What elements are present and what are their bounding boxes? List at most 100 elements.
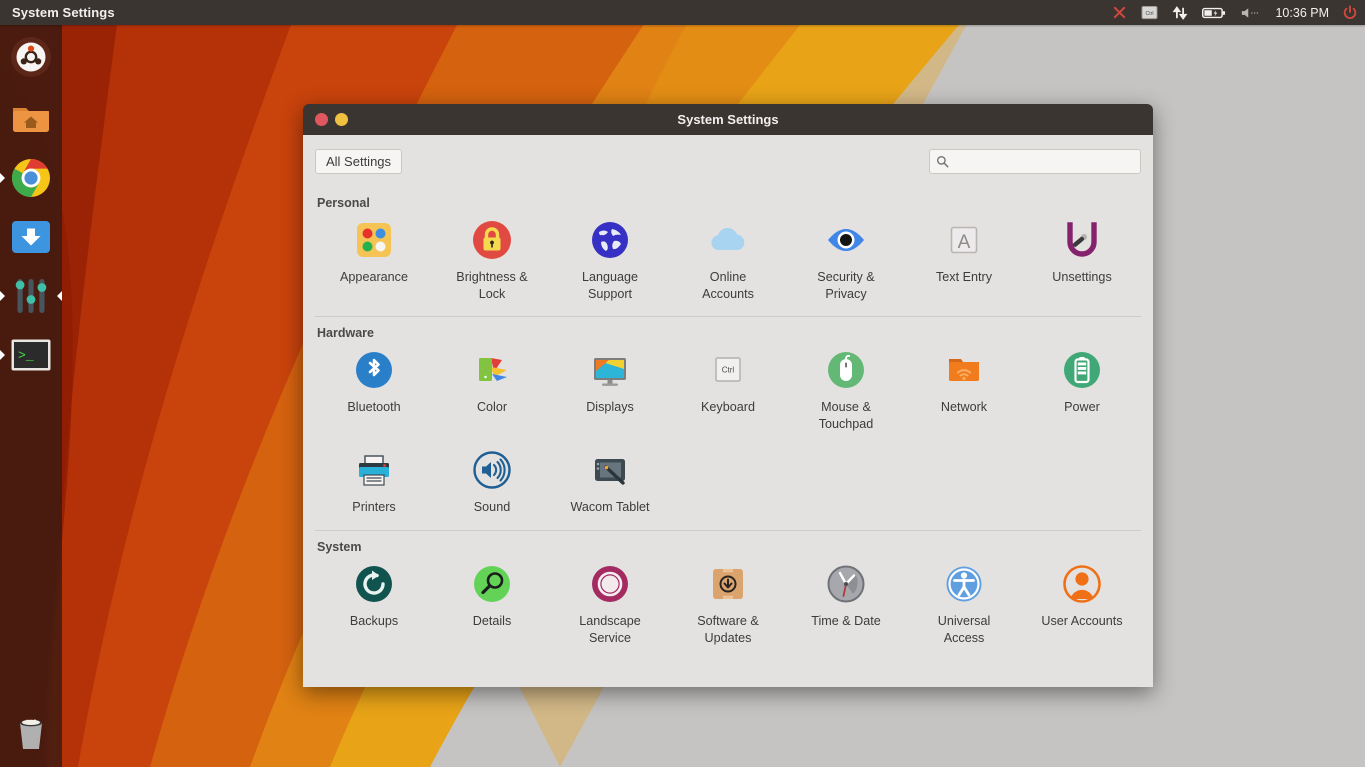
launcher-item-home-folder[interactable] — [0, 89, 62, 148]
launcher-item-terminal[interactable]: >_ — [0, 325, 62, 384]
running-arrow-left-icon — [0, 173, 5, 183]
setting-item-keyboard[interactable]: Ctrl Keyboard — [669, 342, 787, 442]
setting-label: Power — [1064, 399, 1100, 416]
close-x-icon[interactable] — [1105, 0, 1134, 25]
downloads-icon-glyph — [9, 215, 53, 259]
battery-icon-glyph — [1202, 6, 1226, 20]
setting-label: Keyboard — [701, 399, 755, 416]
minimize-button[interactable] — [335, 113, 348, 126]
setting-item-time-date[interactable]: Time & Date — [787, 556, 905, 656]
search-box[interactable] — [929, 149, 1141, 174]
details-icon-glyph — [469, 561, 515, 607]
setting-item-online-accounts[interactable]: OnlineAccounts — [669, 212, 787, 312]
setting-label: Software &Updates — [697, 613, 759, 646]
search-input[interactable] — [954, 154, 1134, 168]
wacom-tablet-icon — [586, 446, 634, 494]
indicator-area: Ctrl 10:36 PM — [1105, 0, 1365, 25]
icon-grid-hardware: Bluetooth Color — [315, 342, 1141, 526]
setting-label: LandscapeService — [579, 613, 641, 646]
wacom-tablet-icon-glyph — [587, 447, 633, 493]
launcher-item-system-settings[interactable] — [0, 266, 62, 325]
setting-label: Displays — [586, 399, 634, 416]
battery-icon[interactable] — [1195, 0, 1233, 25]
keyboard-icon-glyph: Ctrl — [705, 347, 751, 393]
setting-item-software-updates[interactable]: Software &Updates — [669, 556, 787, 656]
setting-item-appearance[interactable]: Appearance — [315, 212, 433, 312]
setting-label: Color — [477, 399, 507, 416]
setting-label: Sound — [474, 499, 510, 516]
setting-item-brightness-lock[interactable]: Brightness &Lock — [433, 212, 551, 312]
icon-grid-system: Backups Details — [315, 556, 1141, 656]
setting-item-sound[interactable]: Sound — [433, 442, 551, 526]
language-support-icon-glyph — [587, 217, 633, 263]
section-personal: Personal Appearance — [315, 187, 1141, 316]
mouse-touchpad-icon — [822, 346, 870, 394]
home-folder-icon-glyph — [9, 97, 53, 141]
system-settings-icon — [9, 274, 53, 318]
setting-label: Text Entry — [936, 269, 992, 286]
trash-icon — [9, 710, 53, 759]
focused-arrow-right-icon — [57, 291, 62, 301]
setting-item-mouse-touchpad[interactable]: Mouse &Touchpad — [787, 342, 905, 442]
launcher-item-downloads[interactable] — [0, 207, 62, 266]
setting-item-security-privacy[interactable]: Security &Privacy — [787, 212, 905, 312]
setting-item-unsettings[interactable]: Unsettings — [1023, 212, 1141, 312]
setting-label: Mouse &Touchpad — [819, 399, 874, 432]
printers-icon-glyph — [351, 447, 397, 493]
setting-item-details[interactable]: Details — [433, 556, 551, 656]
launcher-item-ubuntu-dash[interactable] — [0, 25, 62, 89]
setting-item-user-accounts[interactable]: User Accounts — [1023, 556, 1141, 656]
setting-item-color[interactable]: Color — [433, 342, 551, 442]
all-settings-button[interactable]: All Settings — [315, 149, 402, 174]
power-settings-icon-glyph — [1059, 347, 1105, 393]
setting-item-power[interactable]: Power — [1023, 342, 1141, 442]
window-titlebar[interactable]: System Settings — [303, 104, 1153, 135]
setting-label: LanguageSupport — [582, 269, 638, 302]
section-hardware: Hardware Bluetooth — [315, 316, 1141, 530]
svg-text:Ctrl: Ctrl — [722, 366, 735, 375]
terminal-icon-glyph: >_ — [9, 333, 53, 377]
launcher-item-trash[interactable] — [0, 705, 62, 763]
setting-item-wacom-tablet[interactable]: Wacom Tablet — [551, 442, 669, 526]
setting-item-language-support[interactable]: LanguageSupport — [551, 212, 669, 312]
setting-label: Printers — [352, 499, 395, 516]
svg-text:A: A — [958, 232, 971, 253]
setting-item-displays[interactable]: Displays — [551, 342, 669, 442]
setting-label: Time & Date — [811, 613, 881, 630]
setting-item-universal-access[interactable]: UniversalAccess — [905, 556, 1023, 656]
network-up-down-icon[interactable] — [1165, 0, 1195, 25]
clock-indicator[interactable]: 10:36 PM — [1269, 0, 1335, 25]
setting-item-printers[interactable]: Printers — [315, 442, 433, 526]
setting-item-bluetooth[interactable]: Bluetooth — [315, 342, 433, 442]
volume-icon[interactable] — [1233, 0, 1269, 25]
unsettings-icon — [1058, 216, 1106, 264]
launcher-item-chrome[interactable] — [0, 148, 62, 207]
section-system: System Backups — [315, 530, 1141, 660]
close-x-icon-glyph — [1112, 5, 1127, 20]
setting-item-network[interactable]: Network — [905, 342, 1023, 442]
power-icon[interactable] — [1335, 0, 1365, 25]
ubuntu-dash-icon — [9, 35, 53, 79]
section-title-personal: Personal — [315, 187, 1141, 212]
power-icon-glyph — [1342, 5, 1358, 21]
unsettings-icon-glyph — [1059, 217, 1105, 263]
icon-grid-personal: Appearance Brightness &Lock — [315, 212, 1141, 312]
time-date-icon — [822, 560, 870, 608]
text-entry-icon: A — [940, 216, 988, 264]
window-title: System Settings — [303, 112, 1153, 127]
setting-item-landscape-service[interactable]: LandscapeService — [551, 556, 669, 656]
setting-label: Network — [941, 399, 987, 416]
close-button[interactable] — [315, 113, 328, 126]
sound-icon-glyph — [469, 447, 515, 493]
setting-item-backups[interactable]: Backups — [315, 556, 433, 656]
sound-icon — [468, 446, 516, 494]
software-updates-icon-glyph — [705, 561, 751, 607]
color-icon-glyph — [469, 347, 515, 393]
window-toolbar: All Settings — [303, 135, 1153, 187]
home-folder-icon — [9, 97, 53, 141]
software-updates-icon — [704, 560, 752, 608]
setting-item-text-entry[interactable]: A Text Entry — [905, 212, 1023, 312]
ctrl-key-icon[interactable]: Ctrl — [1134, 0, 1165, 25]
brightness-lock-icon-glyph — [469, 217, 515, 263]
running-arrow-left-icon — [0, 350, 5, 360]
